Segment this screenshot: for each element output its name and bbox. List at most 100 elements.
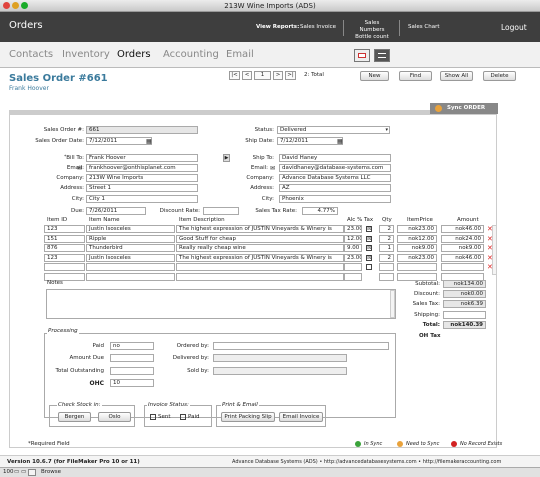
cell-qty[interactable]: 1 (379, 244, 394, 252)
sync-order-button[interactable]: Sync ORDER (430, 103, 498, 114)
sales-order-field[interactable]: 661 (86, 126, 198, 134)
cell-desc[interactable] (176, 272, 344, 281)
cell-name[interactable]: Thunderbird (86, 244, 175, 252)
record-number-field[interactable]: 1 (254, 71, 271, 80)
zoom-in-icon[interactable]: ▭ (21, 468, 26, 477)
line-items-scrollbar[interactable] (492, 225, 497, 275)
close-window-button[interactable] (3, 2, 10, 9)
ship-city-field[interactable]: Phoenix (279, 195, 391, 203)
cell-name[interactable]: Ripple (86, 234, 175, 243)
cell-desc[interactable]: Good Stuff for cheap (176, 234, 344, 243)
cell-name[interactable]: Justin Isosceles (86, 225, 175, 233)
cell-id[interactable]: 123 (44, 225, 85, 233)
order-date-field[interactable]: 7/12/2011 (86, 137, 152, 145)
ohc-field[interactable]: 10 (110, 379, 154, 387)
delivered-by-field[interactable] (213, 354, 347, 362)
print-packing-slip-button[interactable]: Print Packing Slip (221, 412, 275, 422)
cell-price[interactable] (397, 263, 437, 271)
cell-qty[interactable] (379, 272, 394, 281)
minimize-window-button[interactable] (12, 2, 19, 9)
tab-orders[interactable]: Orders (117, 49, 151, 60)
cell-alc[interactable]: 9.00 (344, 244, 362, 252)
cell-alc[interactable] (344, 272, 362, 281)
cell-qty[interactable]: 2 (379, 225, 394, 233)
calendar-icon[interactable]: ▦ (146, 138, 152, 145)
cell-desc[interactable] (176, 263, 344, 271)
cell-alc[interactable] (344, 263, 362, 271)
sales-chart-report-link[interactable]: Sales Chart (408, 24, 440, 31)
bill-company-field[interactable]: 213W Wine Imports (86, 174, 198, 182)
cell-id[interactable]: 151 (44, 234, 85, 243)
bill-address-field[interactable]: Street 1 (86, 184, 198, 192)
cell-amount[interactable]: nok9.00 (441, 244, 484, 252)
tax-checkbox[interactable]: ☒ (366, 254, 372, 261)
notes-field[interactable] (46, 289, 396, 319)
bill-to-name-field[interactable]: Frank Hoover (86, 154, 198, 162)
cell-amount[interactable] (441, 263, 484, 271)
cell-qty[interactable]: 2 (379, 234, 394, 243)
cell-qty[interactable] (379, 263, 394, 271)
notes-scrollbar[interactable] (390, 290, 395, 318)
cell-alc[interactable]: 12.00 (344, 234, 362, 243)
total-outstanding-field[interactable] (110, 367, 154, 375)
amount-due-field[interactable] (110, 354, 154, 362)
cell-price[interactable]: nok23.00 (397, 225, 437, 233)
bill-email-field[interactable]: frankhoover@onthisplanet.com (86, 164, 198, 172)
calendar-icon[interactable]: ▦ (337, 138, 343, 145)
previous-record-button[interactable]: < (242, 71, 252, 80)
tab-inventory[interactable]: Inventory (62, 49, 110, 60)
cell-id[interactable]: 876 (44, 244, 85, 252)
cell-desc[interactable]: The highest expression of JUSTIN Vineyar… (176, 225, 344, 233)
paid-field[interactable]: no (110, 342, 154, 350)
cell-price[interactable]: nok23.00 (397, 253, 437, 262)
sent-checkbox[interactable] (150, 414, 156, 420)
last-record-button[interactable]: >| (285, 71, 296, 80)
sold-by-field[interactable] (213, 367, 347, 375)
sales-invoice-report-link[interactable]: Sales Invoice (300, 24, 336, 31)
tax-checkbox[interactable]: ☒ (366, 245, 372, 251)
sales-numbers-report-link[interactable]: Sales Numbers Bottle count (352, 20, 392, 41)
ship-date-field[interactable]: 7/12/2011 (277, 137, 343, 145)
tax-checkbox[interactable]: ☒ (366, 226, 372, 232)
cell-price[interactable] (397, 272, 437, 281)
first-record-button[interactable]: |< (229, 71, 240, 80)
cell-desc[interactable]: The highest expression of JUSTIN Vineyar… (176, 253, 344, 262)
zoom-window-button[interactable] (21, 2, 28, 9)
email-invoice-button[interactable]: Email Invoice (279, 412, 323, 422)
ship-company-field[interactable]: Advance Database Systems LLC (279, 174, 391, 182)
ship-email-field[interactable]: davidhaney@database-systems.com (279, 164, 391, 172)
show-all-button[interactable]: Show All (440, 71, 473, 81)
status-dropdown[interactable]: Delivered ▾ (277, 126, 390, 134)
shipping-field[interactable] (443, 311, 486, 319)
cell-name[interactable] (86, 272, 175, 281)
cell-amount[interactable]: nok46.00 (441, 253, 484, 262)
cell-price[interactable]: nok9.00 (397, 244, 437, 252)
oslo-button[interactable]: Oslo (98, 412, 131, 422)
next-record-button[interactable]: > (273, 71, 283, 80)
zoom-out-icon[interactable]: ▭ (14, 468, 19, 477)
cell-amount[interactable]: nok46.00 (441, 225, 484, 233)
cell-id[interactable]: 123 (44, 253, 85, 262)
tax-checkbox[interactable] (366, 264, 372, 270)
logout-button[interactable]: Logout (501, 23, 527, 32)
bill-city-field[interactable]: City 1 (86, 195, 198, 203)
cell-id[interactable] (44, 263, 85, 271)
paid-checkbox[interactable] (180, 414, 186, 420)
cell-alc[interactable]: 23.00 (344, 253, 362, 262)
form-view-button[interactable] (354, 49, 370, 62)
cell-qty[interactable]: 2 (379, 253, 394, 262)
delete-button[interactable]: Delete (483, 71, 516, 81)
list-view-button[interactable] (374, 49, 390, 62)
ship-to-name-field[interactable]: David Haney (279, 154, 391, 162)
cell-price[interactable]: nok12.00 (397, 234, 437, 243)
due-date-field[interactable]: 7/26/2011 (86, 207, 146, 215)
cell-name[interactable]: Justin Isosceles (86, 253, 175, 262)
tax-checkbox[interactable]: ☒ (366, 235, 372, 242)
cell-desc[interactable]: Really really cheap wine (176, 244, 344, 252)
ordered-by-field[interactable] (213, 342, 389, 350)
toolbar-toggle-button[interactable] (28, 469, 36, 476)
new-button[interactable]: New (360, 71, 389, 81)
cell-name[interactable] (86, 263, 175, 271)
discount-rate-field[interactable] (203, 207, 239, 215)
bergen-button[interactable]: Bergen (58, 412, 91, 422)
